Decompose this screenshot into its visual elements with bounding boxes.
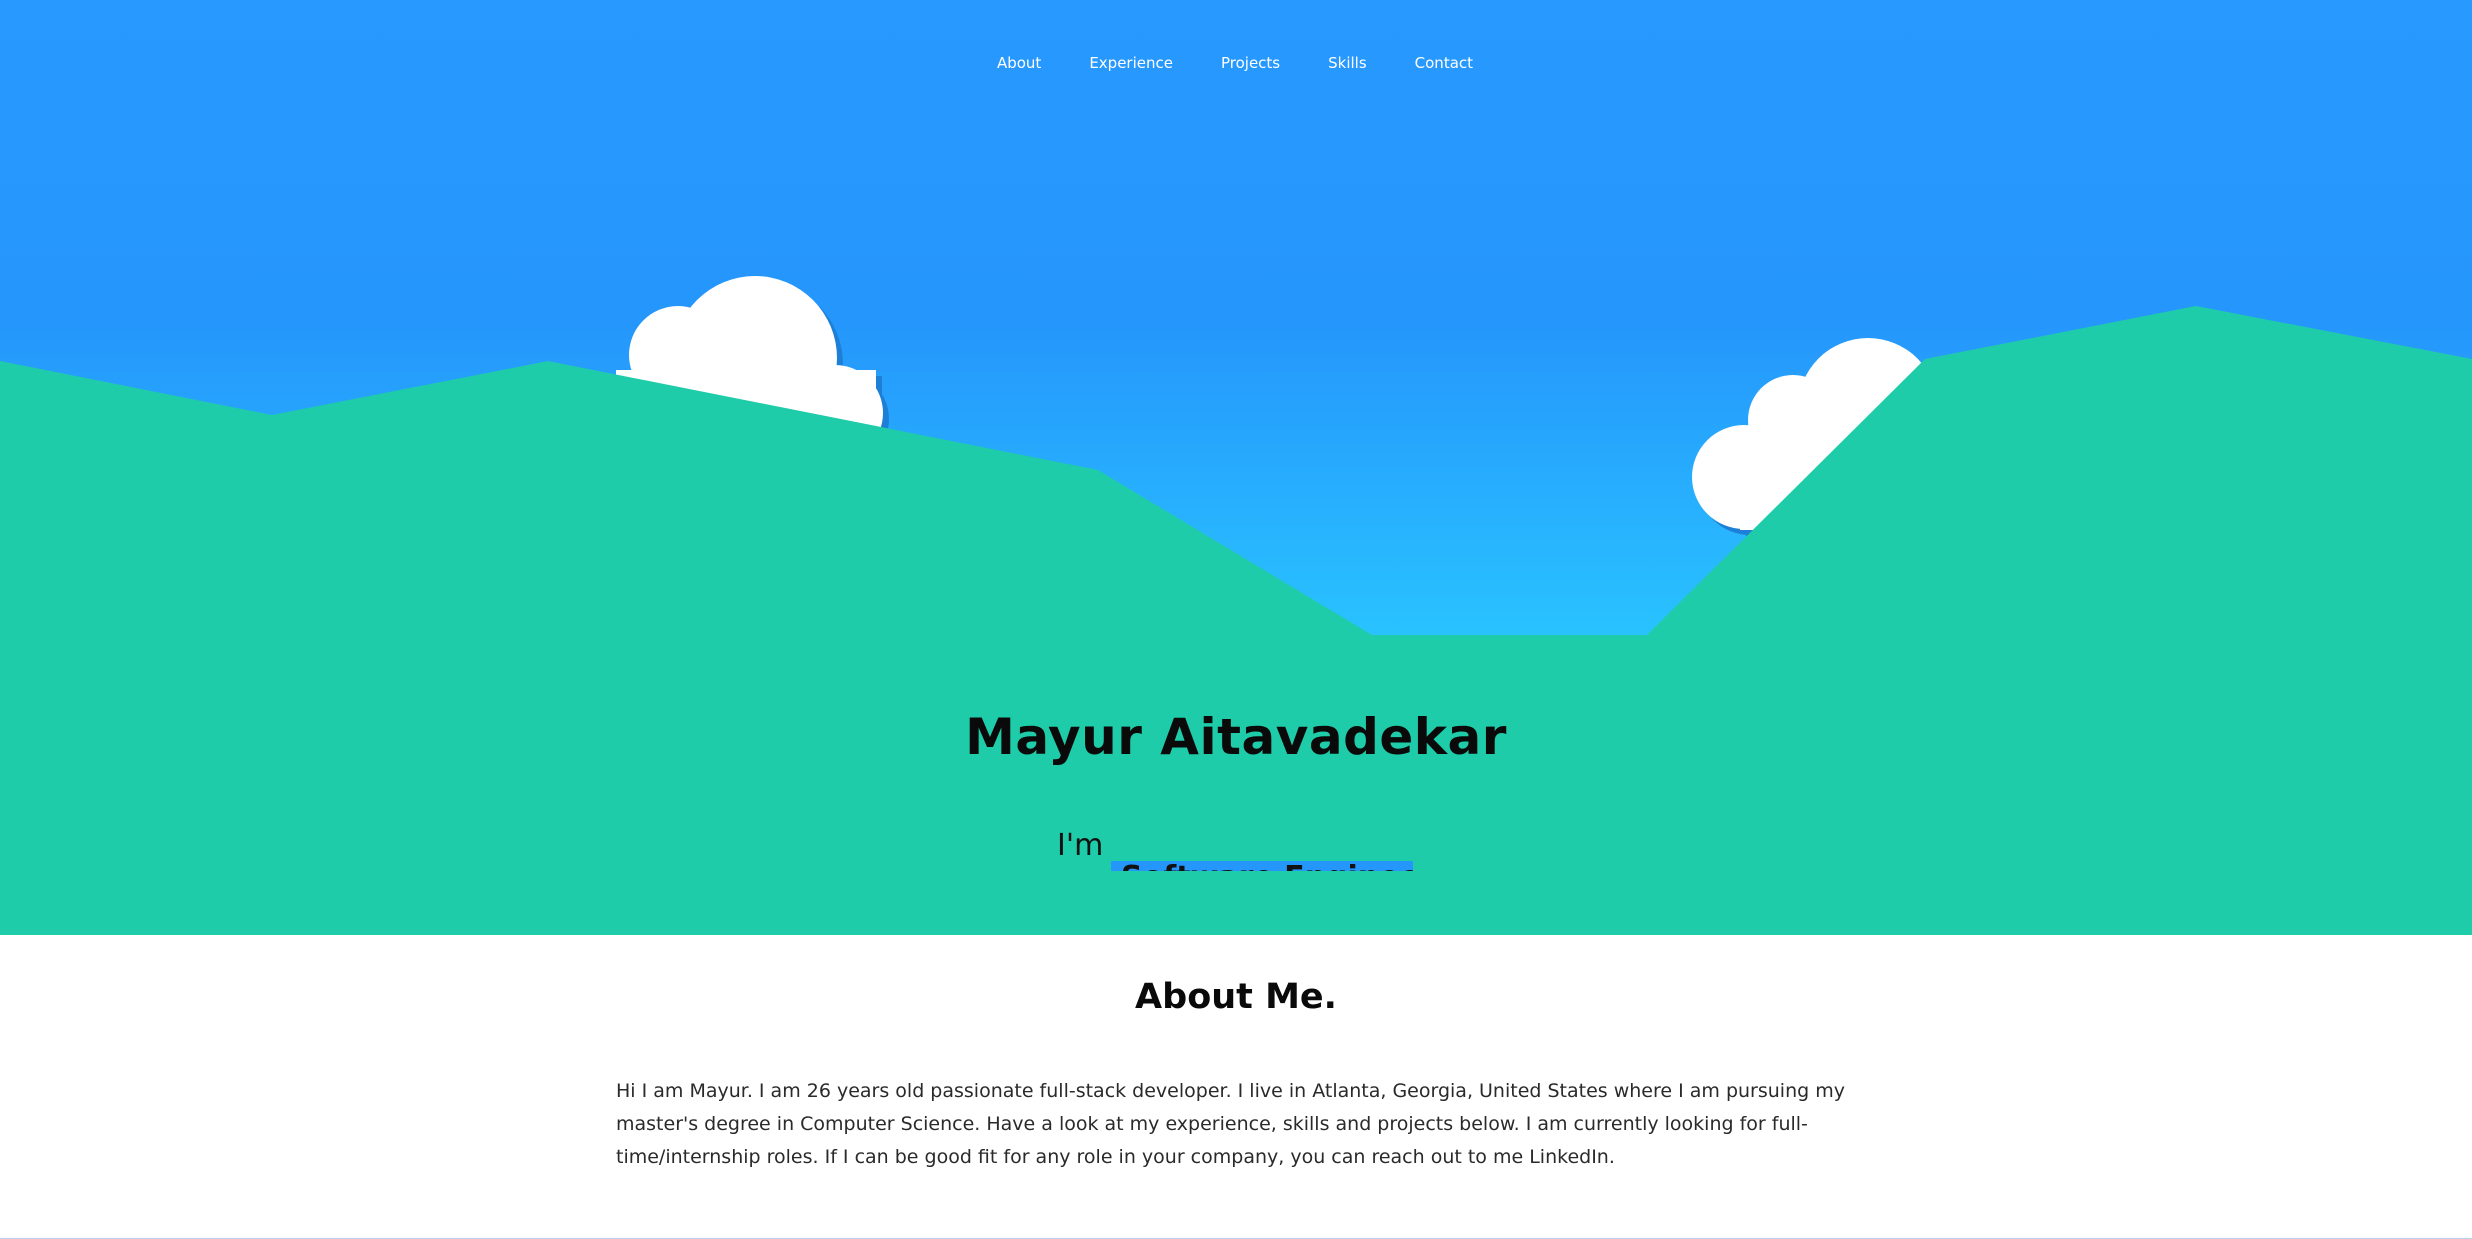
hills-landscape [0, 306, 2472, 935]
nav-link-about[interactable]: About [997, 54, 1041, 72]
main-nav: About Experience Projects Skills Contact [0, 54, 2472, 72]
hero-section: About Experience Projects Skills Contact… [0, 0, 2472, 935]
hero-name: Mayur Aitavadekar [965, 708, 1507, 766]
hero-scenery [0, 276, 2472, 935]
hero-intro: I'm [1057, 828, 1104, 863]
nav-link-skills[interactable]: Skills [1328, 54, 1367, 72]
typed-role-text: Software Engineer [1121, 863, 1413, 872]
nav-link-experience[interactable]: Experience [1089, 54, 1173, 72]
typed-role-box: Software Engineer [1111, 861, 1413, 871]
about-title: About Me. [1135, 977, 1337, 1017]
nav-link-projects[interactable]: Projects [1221, 54, 1280, 72]
about-section: About Me. Hi I am Mayur. I am 26 years o… [0, 935, 2472, 1239]
nav-link-contact[interactable]: Contact [1415, 54, 1473, 72]
portfolio-page: About Experience Projects Skills Contact… [0, 0, 2472, 1239]
about-text: Hi I am Mayur. I am 26 years old passion… [616, 1080, 1845, 1168]
